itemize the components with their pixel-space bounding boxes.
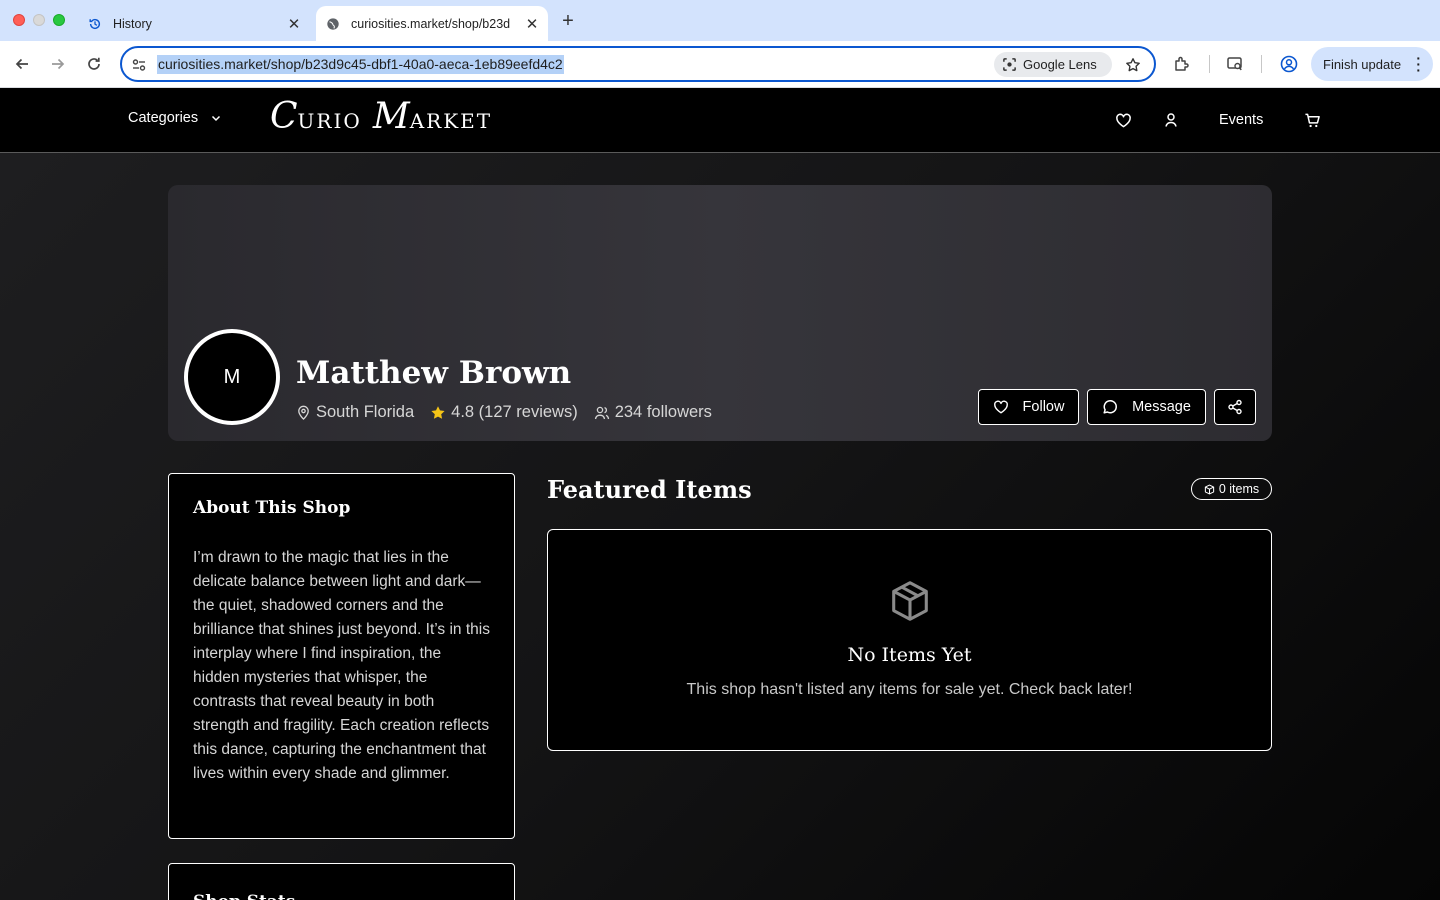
avatar-initial: M [223,365,241,388]
about-title: About This Shop [193,498,351,518]
profile-icon[interactable] [1278,53,1300,75]
site-header: Categories CURIO MARKET Events [0,88,1440,153]
shop-rating: 4.8 (127 reviews) [430,403,578,422]
wishlist-heart-icon[interactable] [1113,110,1133,130]
minimize-window-button[interactable] [33,14,45,26]
lens-label: Google Lens [1023,57,1097,72]
events-link[interactable]: Events [1219,112,1263,128]
cart-icon[interactable] [1302,110,1322,130]
shop-avatar: M [184,329,280,425]
reload-icon[interactable] [82,52,106,76]
site-logo[interactable]: CURIO MARKET [270,96,492,137]
close-tab-icon[interactable]: ✕ [522,14,542,34]
categories-label: Categories [128,110,199,126]
empty-title: No Items Yet [847,644,972,666]
package-icon [1204,484,1214,494]
message-button[interactable]: Message [1087,389,1206,425]
shop-stats-card: Shop Stats [168,863,515,900]
about-shop-card: About This Shop I’m drawn to the magic t… [168,473,515,839]
close-tab-icon[interactable]: ✕ [284,14,304,34]
browser-tab-bar: History ✕ curiosities.market/shop/b23d ✕… [0,0,1440,41]
lens-icon [1003,58,1016,71]
shop-banner: M Matthew Brown South Florida 4.8 (127 r… [168,185,1272,441]
followers-text: 234 followers [614,403,712,421]
star-icon [431,405,445,419]
forward-icon[interactable] [46,52,70,76]
address-bar[interactable]: curiosities.market/shop/b23d9c45-dbf1-40… [120,46,1156,82]
shop-location: South Florida [296,403,414,422]
featured-items-title: Featured Items [547,475,752,504]
follow-button[interactable]: Follow [978,389,1079,425]
items-count-text: 0 items [1218,482,1260,496]
more-menu-icon[interactable]: · · · [1416,51,1421,77]
browser-toolbar: curiosities.market/shop/b23d9c45-dbf1-40… [0,41,1440,88]
tab-shop[interactable]: curiosities.market/shop/b23d ✕ [316,6,548,41]
history-icon [87,16,103,32]
tab-search-icon[interactable] [1224,53,1246,75]
shop-page: M Matthew Brown South Florida 4.8 (127 r… [0,153,1440,900]
categories-menu[interactable]: Categories [128,110,222,126]
shop-followers: 234 followers [594,403,712,422]
extensions-icon[interactable] [1171,53,1193,75]
message-label: Message [1132,399,1191,415]
tab-title: History [113,16,152,31]
finish-update-button[interactable]: Finish update · · · [1311,47,1433,81]
package-icon [892,581,928,621]
close-window-button[interactable] [13,14,25,26]
back-icon[interactable] [10,52,34,76]
tab-history[interactable]: History ✕ [78,6,310,41]
follow-label: Follow [1022,399,1065,415]
tab-title: curiosities.market/shop/b23d [351,16,511,31]
new-tab-button[interactable]: + [556,9,580,33]
chevron-down-icon [212,115,221,122]
maximize-window-button[interactable] [53,14,65,26]
users-icon [594,406,609,419]
share-icon [1228,399,1242,415]
about-description: I’m drawn to the magic that lies in the … [193,549,490,782]
account-user-icon[interactable] [1161,110,1181,130]
finish-update-label: Finish update [1323,56,1402,72]
shop-name: Matthew Brown [296,355,572,391]
share-button[interactable] [1214,389,1256,425]
items-count-badge: 0 items [1191,478,1272,500]
url-text[interactable]: curiosities.market/shop/b23d9c45-dbf1-40… [157,55,564,74]
site-settings-icon[interactable] [129,55,149,75]
rating-text: 4.8 (127 reviews) [451,403,578,421]
bookmark-star-icon[interactable] [1122,54,1144,76]
toolbar-divider [1261,55,1262,73]
empty-description: This shop hasn't listed any items for sa… [686,681,1133,698]
google-lens-button[interactable]: Google Lens [994,52,1112,77]
stats-title: Shop Stats [193,892,490,900]
heart-icon [993,400,1008,414]
globe-icon [325,16,341,32]
message-circle-icon [1103,399,1118,414]
map-pin-icon [298,405,309,420]
empty-items-panel: No Items Yet This shop hasn't listed any… [547,529,1272,751]
shop-meta: South Florida 4.8 (127 reviews) 234 foll… [296,403,728,422]
toolbar-divider [1209,55,1210,73]
location-text: South Florida [316,403,415,421]
